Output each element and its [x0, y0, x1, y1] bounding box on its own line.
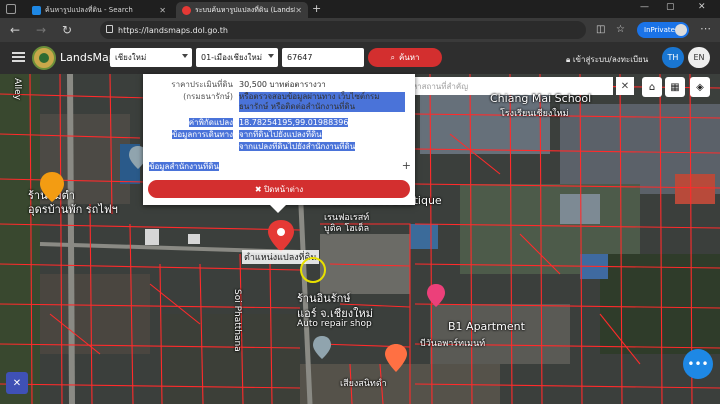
tools-icon: ✕: [12, 377, 22, 389]
close-window-icon[interactable]: ✕: [698, 2, 706, 12]
close-popup-label: ปิดหน้าต่าง: [264, 184, 304, 194]
province-value: เชียงใหม่: [115, 53, 147, 62]
avatar: [675, 24, 687, 36]
browser-tab-search[interactable]: ค้นหารูปแปลงที่ดิน - Search ✕: [26, 2, 172, 18]
forward-icon[interactable]: →: [36, 23, 46, 37]
close-popup-button[interactable]: ✖ ปิดหน้าต่าง: [148, 180, 410, 198]
map-label: เสียงสนิทดำ: [340, 379, 387, 389]
close-tab-icon[interactable]: ✕: [159, 6, 166, 15]
url-input[interactable]: https://landsmaps.dol.go.th: [100, 21, 586, 39]
map-label: Auto repair shop: [297, 319, 372, 329]
close-tab-icon[interactable]: ✕: [295, 6, 302, 15]
parcel-number-input[interactable]: 67647: [282, 48, 364, 67]
more-options-button[interactable]: •••: [683, 349, 713, 379]
treasury-note[interactable]: หรือตรวจสอบข้อมูลผ่านทาง เว็บไซต์กรมธนาร…: [239, 92, 405, 112]
tab-actions-icon[interactable]: [6, 4, 16, 14]
search-icon: ⌕: [390, 52, 395, 62]
minimize-icon[interactable]: —: [640, 2, 649, 12]
parcel-number-value: 67647: [287, 53, 313, 62]
map-label: บูติค โฮเต็ล: [324, 224, 370, 234]
map-label: บีวันอพาร์ทเมนท์: [420, 339, 486, 349]
browser-tab-landsmaps[interactable]: ระบบค้นหารูปแปลงที่ดิน (LandsMaps) ✕: [176, 2, 308, 18]
cursor-highlight: [300, 257, 326, 283]
chevron-down-icon: [182, 54, 188, 58]
route-to-office-link[interactable]: จากแปลงที่ดินไปยังสำนักงานที่ดิน: [239, 142, 356, 151]
dol-logo: [32, 46, 56, 70]
refresh-icon[interactable]: ↻: [62, 23, 72, 37]
more-icon: •••: [687, 357, 709, 371]
search-label: ค้นหา: [398, 53, 420, 62]
map-label: B1 Apartment: [448, 320, 525, 333]
grid-icon[interactable]: ▦: [665, 77, 685, 97]
land-office-section[interactable]: ข้อมูลสำนักงานที่ดิน: [149, 160, 411, 173]
search-button[interactable]: ⌕ ค้นหา: [368, 48, 442, 67]
hamburger-menu-icon[interactable]: [12, 52, 25, 62]
split-screen-icon[interactable]: ◫: [596, 23, 605, 37]
parcel-info-popup: ราคาประเมินที่ดิน 30,500 บาทต่อตารางวา (…: [143, 74, 415, 205]
lang-th-button[interactable]: TH: [662, 47, 684, 68]
land-office-title: ข้อมูลสำนักงานที่ดิน: [149, 162, 219, 171]
chevron-down-icon: [268, 54, 274, 58]
favorites-icon[interactable]: ☆: [616, 23, 625, 37]
map-label: Chiang Mai School: [490, 92, 592, 105]
new-tab-button[interactable]: +: [312, 2, 321, 15]
district-value: 01-เมืองเชียงใหม่: [201, 53, 262, 62]
address-bar: ← → ↻ https://landsmaps.dol.go.th ◫ ☆ In…: [0, 18, 720, 42]
appraisal-value: 30,500 บาทต่อตารางวา: [239, 80, 409, 90]
measure-tool-button[interactable]: ✕: [6, 372, 28, 394]
expand-icon[interactable]: +: [402, 159, 411, 172]
tab-title: ค้นหารูปแปลงที่ดิน - Search: [45, 5, 133, 14]
map-label: โรงเรียนเชียงใหม่: [500, 109, 569, 119]
map-label: Alley: [12, 78, 22, 101]
clear-search-icon[interactable]: ✕: [616, 77, 634, 95]
coordinate-value[interactable]: 18.78254195,99.01988396: [239, 118, 349, 127]
treasury-label: (กรมธนารักษ์): [183, 92, 233, 101]
map-label: อุดรบ้านพัก รถไฟฯ: [28, 203, 118, 216]
map-label: Soi Phatthana: [232, 289, 242, 352]
more-menu-icon[interactable]: ⋯: [700, 22, 711, 35]
app-header: LandsMaps เชียงใหม่ 01-เมืองเชียงใหม่ 67…: [0, 42, 720, 74]
tab-title: ระบบค้นหารูปแปลงที่ดิน (LandsMaps): [195, 5, 295, 14]
popup-pointer: [270, 205, 286, 213]
login-label: เข้าสู่ระบบ/ลงทะเบียน: [572, 55, 649, 64]
close-icon: ✖: [254, 184, 265, 194]
map-pin-icon: [182, 5, 191, 15]
browser-tab-bar: ค้นหารูปแปลงที่ดิน - Search ✕ ระบบค้นหาร…: [0, 0, 720, 18]
lock-icon: [106, 25, 113, 33]
lock-icon: 🔒︎: [566, 55, 571, 64]
district-select[interactable]: 01-เมืองเชียงใหม่: [196, 48, 278, 67]
back-icon[interactable]: ←: [10, 23, 20, 37]
login-link[interactable]: 🔒︎ เข้าสู่ระบบ/ลงทะเบียน: [566, 53, 648, 66]
url-text: https://landsmaps.dol.go.th: [118, 25, 228, 35]
lang-en-button[interactable]: EN: [688, 47, 710, 68]
coordinate-label: ค่าพิกัดแปลง: [188, 118, 233, 127]
bing-icon: [32, 5, 41, 15]
route-to-parcel-link[interactable]: จากที่ดินไปยังแปลงที่ดิน: [239, 130, 322, 139]
home-icon[interactable]: ⌂: [642, 77, 662, 97]
inprivate-badge[interactable]: InPrivate: [637, 22, 689, 38]
layers-icon[interactable]: ◈: [690, 77, 710, 97]
province-select[interactable]: เชียงใหม่: [110, 48, 192, 67]
appraisal-label: ราคาประเมินที่ดิน: [171, 80, 233, 89]
maximize-icon[interactable]: ▢: [666, 2, 675, 12]
inprivate-label: InPrivate: [644, 26, 675, 34]
travel-label: ข้อมูลการเดินทาง: [171, 130, 233, 139]
appraisal-price: 30,500 บาทต่อตารางวา: [239, 80, 326, 89]
